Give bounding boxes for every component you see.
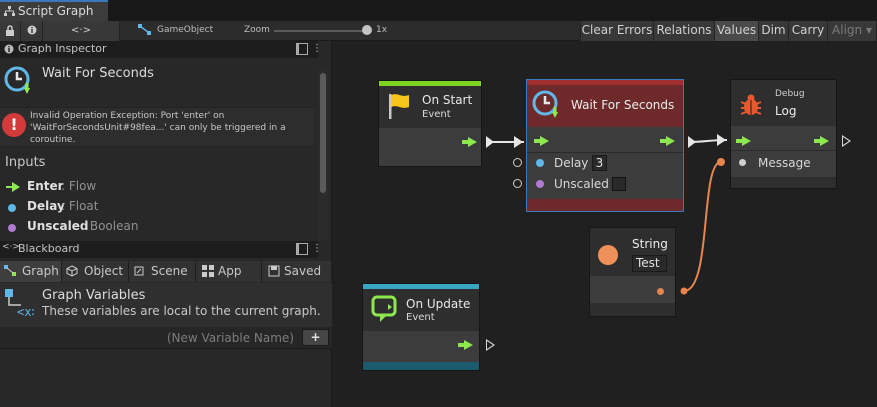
wait-enter-port[interactable] xyxy=(534,136,549,146)
wait-unscaled-checkbox[interactable] xyxy=(612,177,626,191)
on-update-footer xyxy=(363,362,479,370)
wait-unscaled-input-ring[interactable] xyxy=(513,179,522,188)
wait-header: Wait For Seconds xyxy=(527,85,683,127)
on-start-header: On Start Event xyxy=(379,86,481,128)
string-literal-node[interactable]: String Test xyxy=(589,227,676,317)
wait-clock-icon xyxy=(532,90,558,118)
log-divider xyxy=(731,150,836,151)
wait-exit-port[interactable] xyxy=(660,136,675,146)
on-update-node[interactable]: On Update Event xyxy=(362,283,480,371)
wait-footer xyxy=(527,199,683,211)
wait-delay-label: Delay xyxy=(554,156,589,170)
on-update-title: On Update xyxy=(406,297,471,311)
flow-arrowhead-4 xyxy=(717,134,726,146)
flag-icon xyxy=(389,94,409,119)
wait-title: Wait For Seconds xyxy=(571,98,675,112)
log-exit-port[interactable] xyxy=(814,136,829,146)
string-header: String Test xyxy=(590,228,675,276)
wait-delay-input[interactable]: 3 xyxy=(592,155,607,171)
log-enter-port[interactable] xyxy=(736,136,751,146)
bug-icon xyxy=(740,94,762,115)
debug-log-title: Log xyxy=(775,104,797,118)
string-value-input[interactable]: Test xyxy=(632,255,667,272)
on-update-header: On Update Event xyxy=(363,289,479,331)
debug-log-category: Debug xyxy=(775,89,805,99)
wait-delay-port[interactable] xyxy=(536,159,544,167)
flow-arrowhead-2 xyxy=(514,136,523,148)
on-update-subtitle: Event xyxy=(406,312,435,323)
string-title: String xyxy=(632,237,668,251)
value-connection-end-dot xyxy=(717,158,725,166)
log-footer xyxy=(731,177,836,188)
wait-unscaled-label: Unscaled xyxy=(554,177,609,191)
log-message-label: Message xyxy=(758,156,811,170)
wait-for-seconds-node[interactable]: Wait For Seconds Delay 3 Unscaled xyxy=(526,79,684,212)
on-start-subtitle: Event xyxy=(422,109,451,120)
flow-arrowhead-3 xyxy=(688,136,696,148)
on-update-trigger-port[interactable] xyxy=(458,340,473,350)
string-footer xyxy=(590,303,675,316)
value-connection-string-message xyxy=(683,161,722,292)
on-start-node[interactable]: On Start Event xyxy=(378,80,482,167)
on-start-title: On Start xyxy=(422,93,473,107)
debug-log-header: Debug Log xyxy=(731,80,836,126)
on-update-exit-hollow-arrow[interactable] xyxy=(486,339,495,351)
debug-log-node[interactable]: Debug Log Message xyxy=(730,79,837,189)
string-output-port[interactable] xyxy=(657,288,664,295)
log-message-port[interactable] xyxy=(739,159,746,166)
wait-unscaled-port[interactable] xyxy=(536,180,544,188)
log-exit-hollow-arrow[interactable] xyxy=(842,135,851,147)
wait-delay-input-ring[interactable] xyxy=(513,158,522,167)
flow-arrowhead-1 xyxy=(486,136,494,148)
wait-divider xyxy=(527,152,683,153)
update-loop-icon xyxy=(371,295,397,322)
string-type-icon xyxy=(598,245,618,265)
value-connection-start-dot xyxy=(680,287,688,295)
on-start-trigger-port[interactable] xyxy=(462,137,477,147)
